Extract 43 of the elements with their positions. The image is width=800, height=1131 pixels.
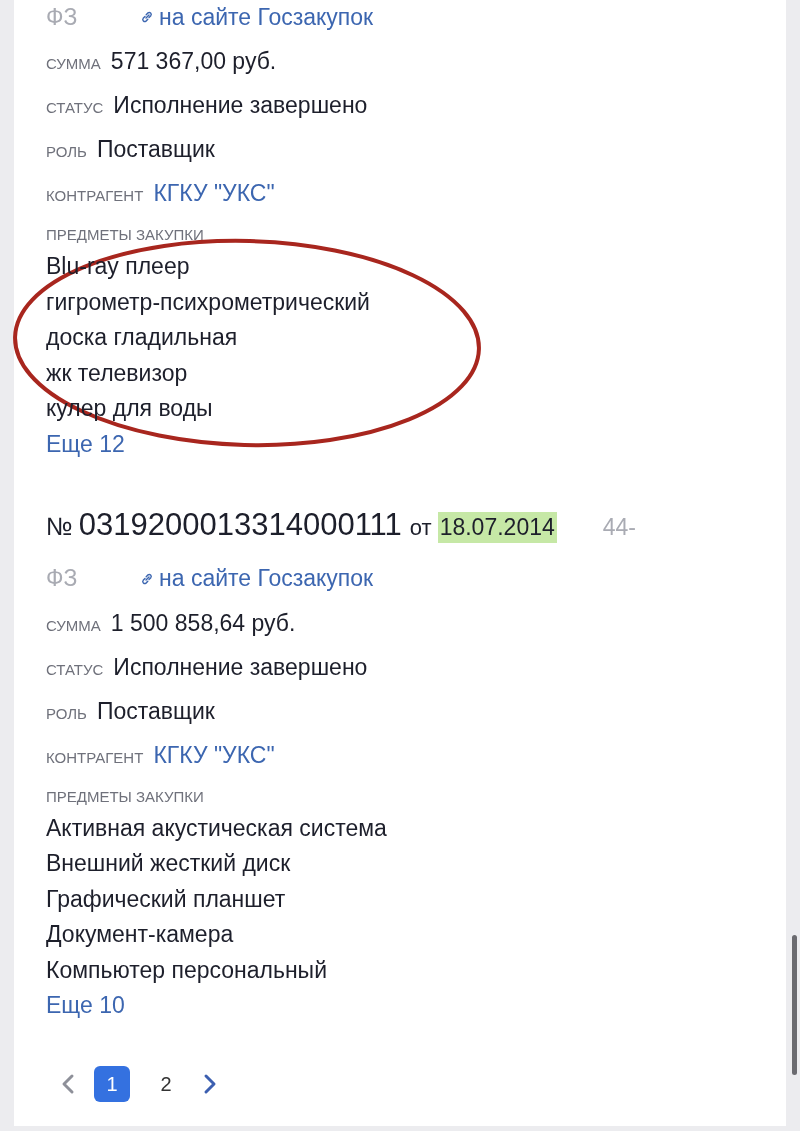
chevron-right-icon[interactable] xyxy=(202,1073,218,1095)
field-label: СУММА xyxy=(46,54,101,74)
show-more-link[interactable]: Еще 12 xyxy=(46,426,125,461)
section-label: ПРЕДМЕТЫ ЗАКУПКИ xyxy=(46,225,205,245)
field-label: СТАТУС xyxy=(46,659,104,680)
number-sign: № xyxy=(46,511,73,541)
field-label: СУММА xyxy=(46,615,101,636)
field-value: 571 367,00 руб. xyxy=(110,47,277,76)
field-value: 1 500 858,64 руб. xyxy=(110,608,296,638)
counterparty-link[interactable]: КГКУ "УКС" xyxy=(153,732,275,777)
purchase-item: Компьютер персональный xyxy=(46,955,328,985)
law-label: ФЗ xyxy=(46,565,79,592)
counterparty-link[interactable]: КГКУ "УКС" xyxy=(153,171,275,215)
field-label: КОНТРАГЕНТ xyxy=(46,186,144,206)
purchase-item: Документ-камера xyxy=(46,920,235,949)
field-label: РОЛЬ xyxy=(46,142,87,162)
field-value: Исполнение завершено xyxy=(113,91,368,120)
link-icon xyxy=(140,571,154,586)
field-value: Поставщик xyxy=(96,135,215,164)
field-label: РОЛЬ xyxy=(46,703,87,724)
page-button[interactable]: 1 xyxy=(94,1066,130,1102)
contract-date: 18.07.2014 xyxy=(437,511,557,543)
source-link[interactable]: на сайте Госзакупок xyxy=(140,3,374,31)
field-label: СТАТУС xyxy=(46,98,104,118)
date-prefix: от xyxy=(409,514,432,541)
field-label: КОНТРАГЕНТ xyxy=(46,747,144,768)
page-button[interactable]: 2 xyxy=(148,1066,184,1102)
purchase-item: Графический планшет xyxy=(46,884,287,914)
show-more-link[interactable]: Еще 10 xyxy=(46,988,125,1022)
contract-number: 0319200013314000111 xyxy=(78,506,402,543)
field-value: Исполнение завершено xyxy=(113,652,368,682)
field-value: Поставщик xyxy=(96,696,215,726)
law-label: ФЗ xyxy=(46,3,79,31)
purchase-item: Активная акустическая система xyxy=(46,813,388,843)
scrollbar-thumb[interactable] xyxy=(792,935,797,1075)
purchase-item: гигрометр-психрометрический xyxy=(46,287,371,317)
law-label: 44- xyxy=(602,513,636,541)
source-link[interactable]: на сайте Госзакупок xyxy=(140,565,374,592)
link-icon xyxy=(140,10,154,24)
purchase-item: доска гладильная xyxy=(46,323,239,352)
purchase-item: Внешний жесткий диск xyxy=(46,849,292,878)
section-label: ПРЕДМЕТЫ ЗАКУПКИ xyxy=(46,786,205,807)
purchase-item: жк телевизор xyxy=(46,358,189,388)
